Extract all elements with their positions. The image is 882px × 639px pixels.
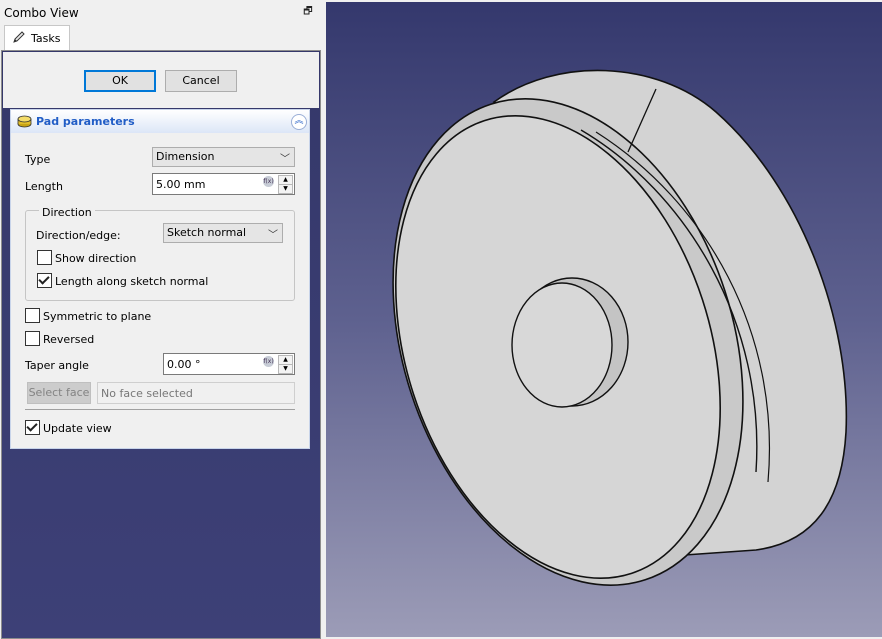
length-along-normal-checkbox[interactable]: [37, 273, 52, 288]
chevron-down-icon: ﹀: [280, 154, 290, 165]
reversed-label: Reversed: [43, 333, 95, 346]
combo-view-titlebar: Combo View 🗗: [0, 0, 322, 24]
reversed-checkbox[interactable]: [25, 331, 40, 346]
update-view-label: Update view: [43, 422, 112, 435]
length-along-normal-label: Length along sketch normal: [55, 275, 209, 288]
pad-parameters-title: Pad parameters: [36, 115, 135, 128]
taper-angle-spinbox[interactable]: 0.00 ° f(x) ▲ ▼: [163, 353, 295, 375]
expression-icon[interactable]: f(x): [263, 176, 274, 187]
type-select-value: Dimension: [156, 150, 215, 163]
combo-view-panel: Combo View 🗗 Tasks OK Cancel Pad paramet…: [0, 0, 323, 639]
show-direction-label: Show direction: [55, 252, 137, 265]
separator: [25, 409, 295, 410]
spin-down-button[interactable]: ▼: [278, 364, 293, 374]
dialog-button-area: OK Cancel: [3, 52, 319, 108]
pad-parameters-panel: Pad parameters ︽ Type Dimension ﹀ Length…: [10, 109, 310, 449]
symmetric-label: Symmetric to plane: [43, 310, 152, 323]
pad-model: [392, 69, 848, 586]
chevron-down-icon: ﹀: [268, 230, 278, 241]
pad-icon: [17, 115, 32, 128]
taper-angle-value: 0.00 °: [167, 358, 201, 371]
length-label: Length: [25, 180, 63, 193]
select-face-button[interactable]: Select face: [27, 382, 91, 404]
update-view-checkbox[interactable]: [25, 420, 40, 435]
float-icon[interactable]: 🗗: [302, 6, 314, 17]
pencil-icon: [13, 31, 25, 43]
3d-viewport[interactable]: [326, 2, 882, 637]
direction-group-title: Direction: [39, 206, 95, 219]
expression-icon[interactable]: f(x): [263, 356, 274, 367]
ok-button[interactable]: OK: [84, 70, 156, 92]
collapse-icon[interactable]: ︽: [291, 114, 307, 130]
taper-angle-label: Taper angle: [25, 359, 89, 372]
pad-parameters-header[interactable]: Pad parameters ︽: [11, 110, 309, 133]
tab-tasks[interactable]: Tasks: [4, 25, 70, 50]
face-field: No face selected: [97, 382, 295, 404]
show-direction-checkbox[interactable]: [37, 250, 52, 265]
type-select[interactable]: Dimension ﹀: [152, 147, 295, 167]
task-panel-area: OK Cancel Pad parameters ︽ Type Dimensio…: [1, 50, 321, 639]
spin-down-button[interactable]: ▼: [278, 184, 293, 194]
direction-edge-value: Sketch normal: [167, 226, 247, 239]
combo-view-title: Combo View: [4, 6, 79, 20]
cancel-button[interactable]: Cancel: [165, 70, 237, 92]
length-spinbox[interactable]: 5.00 mm f(x) ▲ ▼: [152, 173, 295, 195]
tab-tasks-label: Tasks: [31, 32, 61, 45]
direction-edge-label: Direction/edge:: [36, 229, 121, 242]
length-value: 5.00 mm: [156, 178, 206, 191]
direction-edge-select[interactable]: Sketch normal ﹀: [163, 223, 283, 243]
symmetric-checkbox[interactable]: [25, 308, 40, 323]
type-label: Type: [25, 153, 51, 166]
face-field-value: No face selected: [101, 387, 193, 400]
